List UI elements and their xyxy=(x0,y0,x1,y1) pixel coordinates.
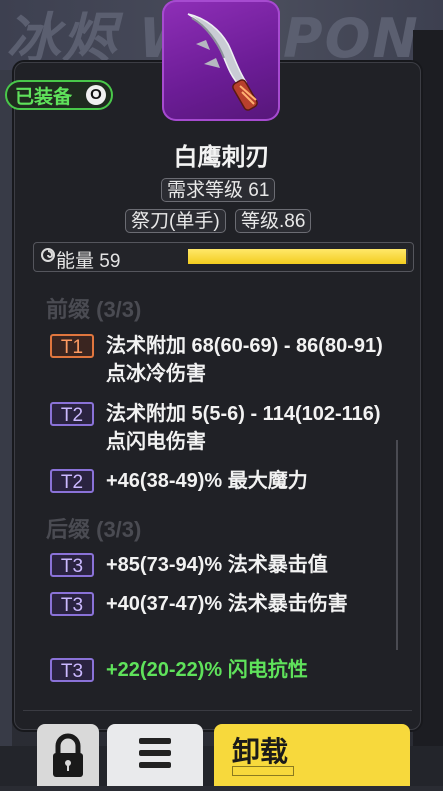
affix-text: +22(20-22)% 闪电抗性 xyxy=(106,659,308,681)
scrollbar[interactable] xyxy=(396,440,398,650)
curved-dagger-icon xyxy=(187,13,258,111)
tier-badge: T1 xyxy=(50,334,94,358)
equipped-label: 已装备 xyxy=(15,86,73,108)
background-left-strip xyxy=(0,70,12,750)
tier-badge: T2 xyxy=(50,402,94,426)
affix-text: +40(37-47)% 法术暴击伤害 xyxy=(106,593,348,615)
affix-text: +46(38-49)% 最大魔力 xyxy=(106,470,308,492)
swirl-icon xyxy=(41,248,55,262)
energy-bar-fill xyxy=(188,249,406,264)
energy-row: 能量 59 xyxy=(33,242,414,272)
required-level-tag: 需求等级 61 xyxy=(161,178,276,202)
item-icon-frame xyxy=(162,0,280,121)
lock-button[interactable] xyxy=(37,724,99,786)
tier-badge: T2 xyxy=(50,469,94,493)
lock-icon xyxy=(53,733,83,777)
unload-button[interactable]: 卸载 xyxy=(214,724,410,786)
energy-bar xyxy=(188,249,408,264)
affix-text: 法术附加 5(5-6) - 114(102-116) 点闪电伤害 xyxy=(106,403,381,453)
unload-decoration xyxy=(232,766,294,776)
tier-badge: T3 xyxy=(50,658,94,682)
suffix-section-title: 后缀 (3/3) xyxy=(46,517,142,542)
menu-button[interactable] xyxy=(107,724,203,786)
affix-text: +85(73-94)% 法术暴击值 xyxy=(106,554,328,576)
tier-badge: T3 xyxy=(50,553,94,577)
energy-label: 能量 59 xyxy=(56,251,121,272)
circle-o-icon: O xyxy=(86,85,106,105)
prefix-section-title: 前缀 (3/3) xyxy=(46,297,142,322)
equipped-badge: 已装备 O xyxy=(5,80,113,110)
item-name: 白鹰刺刃 xyxy=(173,144,270,171)
affix-text: 法术附加 68(60-69) - 86(80-91) 点冰冷伤害 xyxy=(106,335,383,385)
unload-label: 卸载 xyxy=(232,736,289,767)
item-level-tag: 等级.86 xyxy=(235,209,312,233)
menu-icon xyxy=(139,738,171,768)
weapon-type-tag: 祭刀(单手) xyxy=(125,209,226,233)
tier-badge: T3 xyxy=(50,592,94,616)
panel-divider xyxy=(23,710,412,711)
